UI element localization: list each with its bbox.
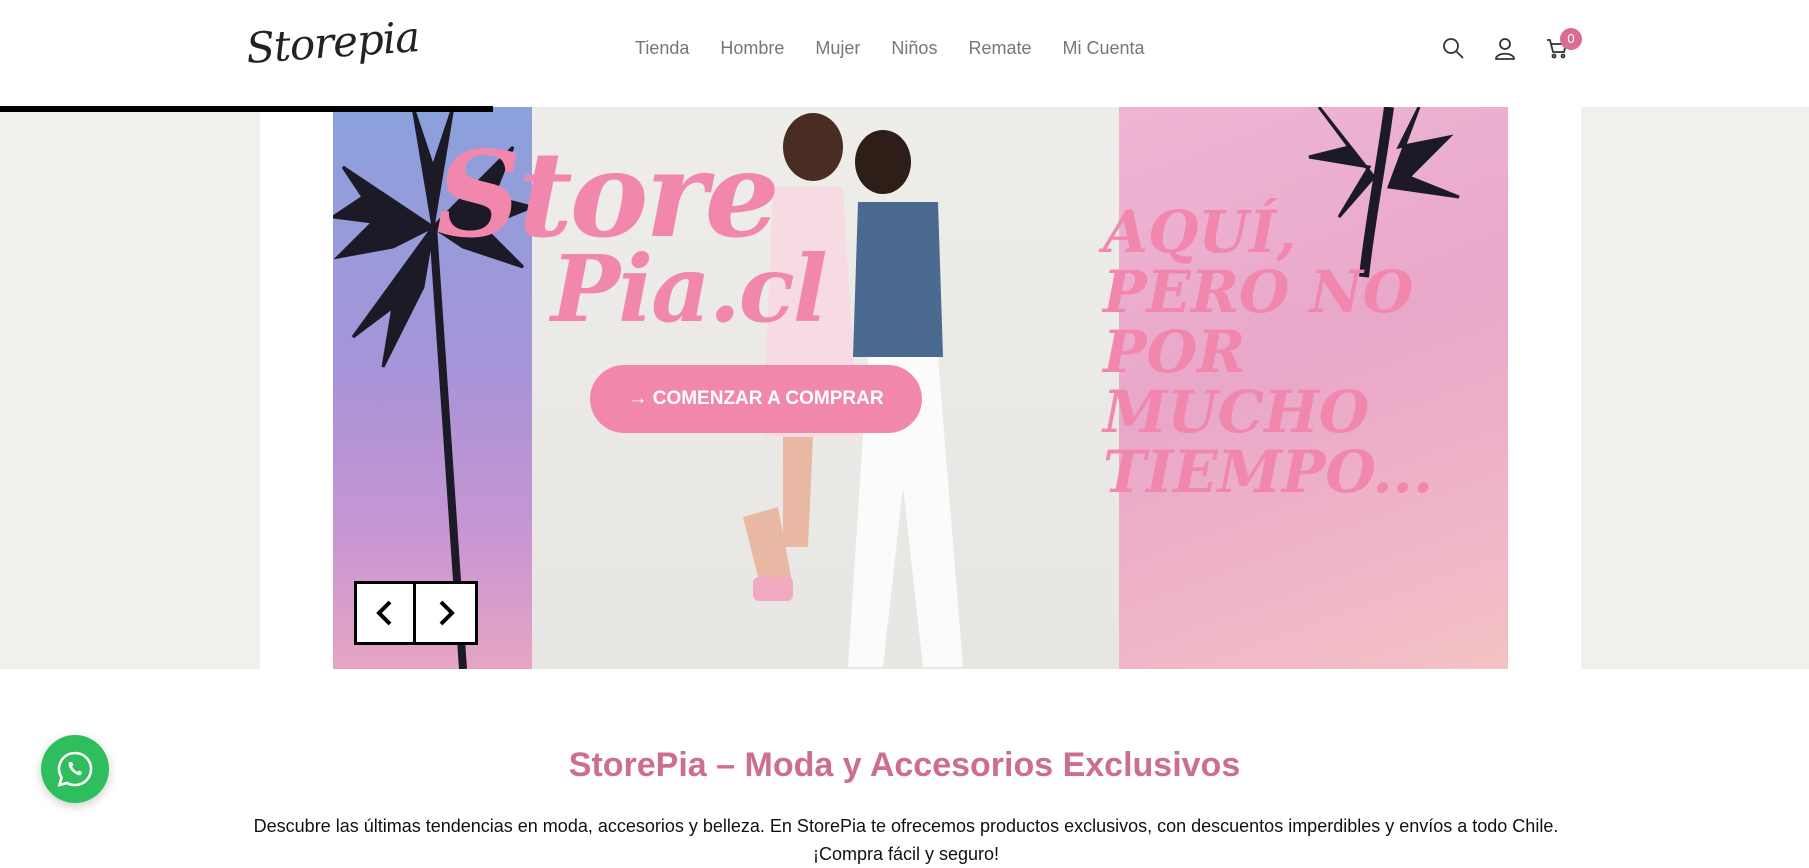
- hero-brand-line2: Pia.cl: [551, 235, 828, 343]
- user-icon[interactable]: [1493, 36, 1519, 62]
- nav-item-mi-cuenta[interactable]: Mi Cuenta: [1062, 38, 1144, 59]
- slider-gutter-right: [1508, 107, 1581, 669]
- slider-prev-button[interactable]: [354, 581, 416, 645]
- site-logo[interactable]: Storepia: [245, 12, 421, 73]
- section-title: StorePia – Moda y Accesorios Exclusivos: [568, 746, 1241, 784]
- hero-tagline: AQUÍ, PERO NO POR MUCHO TIEMPO...: [1103, 198, 1434, 506]
- site-header: Storepia Tienda Hombre Mujer Niños Remat…: [0, 0, 1809, 107]
- search-icon[interactable]: [1441, 36, 1467, 62]
- chevron-left-icon: [376, 600, 392, 626]
- slider-progress-bar: [0, 106, 493, 112]
- cart-count-badge: 0: [1560, 28, 1582, 50]
- nav-item-tienda[interactable]: Tienda: [635, 38, 689, 59]
- hero-slider: Store Pia.cl → COMENZAR A COMPRAR AQUÍ, …: [0, 107, 1809, 669]
- slider-next-button[interactable]: [416, 581, 478, 645]
- header-icons: 0: [1441, 28, 1582, 62]
- whatsapp-button[interactable]: [41, 735, 109, 803]
- nav-item-hombre[interactable]: Hombre: [720, 38, 784, 59]
- nav-item-remate[interactable]: Remate: [968, 38, 1031, 59]
- slider-arrows: [354, 581, 478, 645]
- cart-icon[interactable]: 0: [1545, 28, 1582, 62]
- nav-item-ninos[interactable]: Niños: [891, 38, 937, 59]
- whatsapp-icon: [57, 751, 93, 787]
- slider-gutter-left: [260, 107, 333, 669]
- section-description: Descubre las últimas tendencias en moda,…: [253, 816, 1559, 864]
- main-nav: Tienda Hombre Mujer Niños Remate Mi Cuen…: [635, 38, 1145, 59]
- hero-slide: Store Pia.cl → COMENZAR A COMPRAR AQUÍ, …: [333, 107, 1508, 669]
- chevron-right-icon: [439, 600, 455, 626]
- nav-item-mujer[interactable]: Mujer: [815, 38, 860, 59]
- start-shopping-button[interactable]: → COMENZAR A COMPRAR: [590, 365, 922, 433]
